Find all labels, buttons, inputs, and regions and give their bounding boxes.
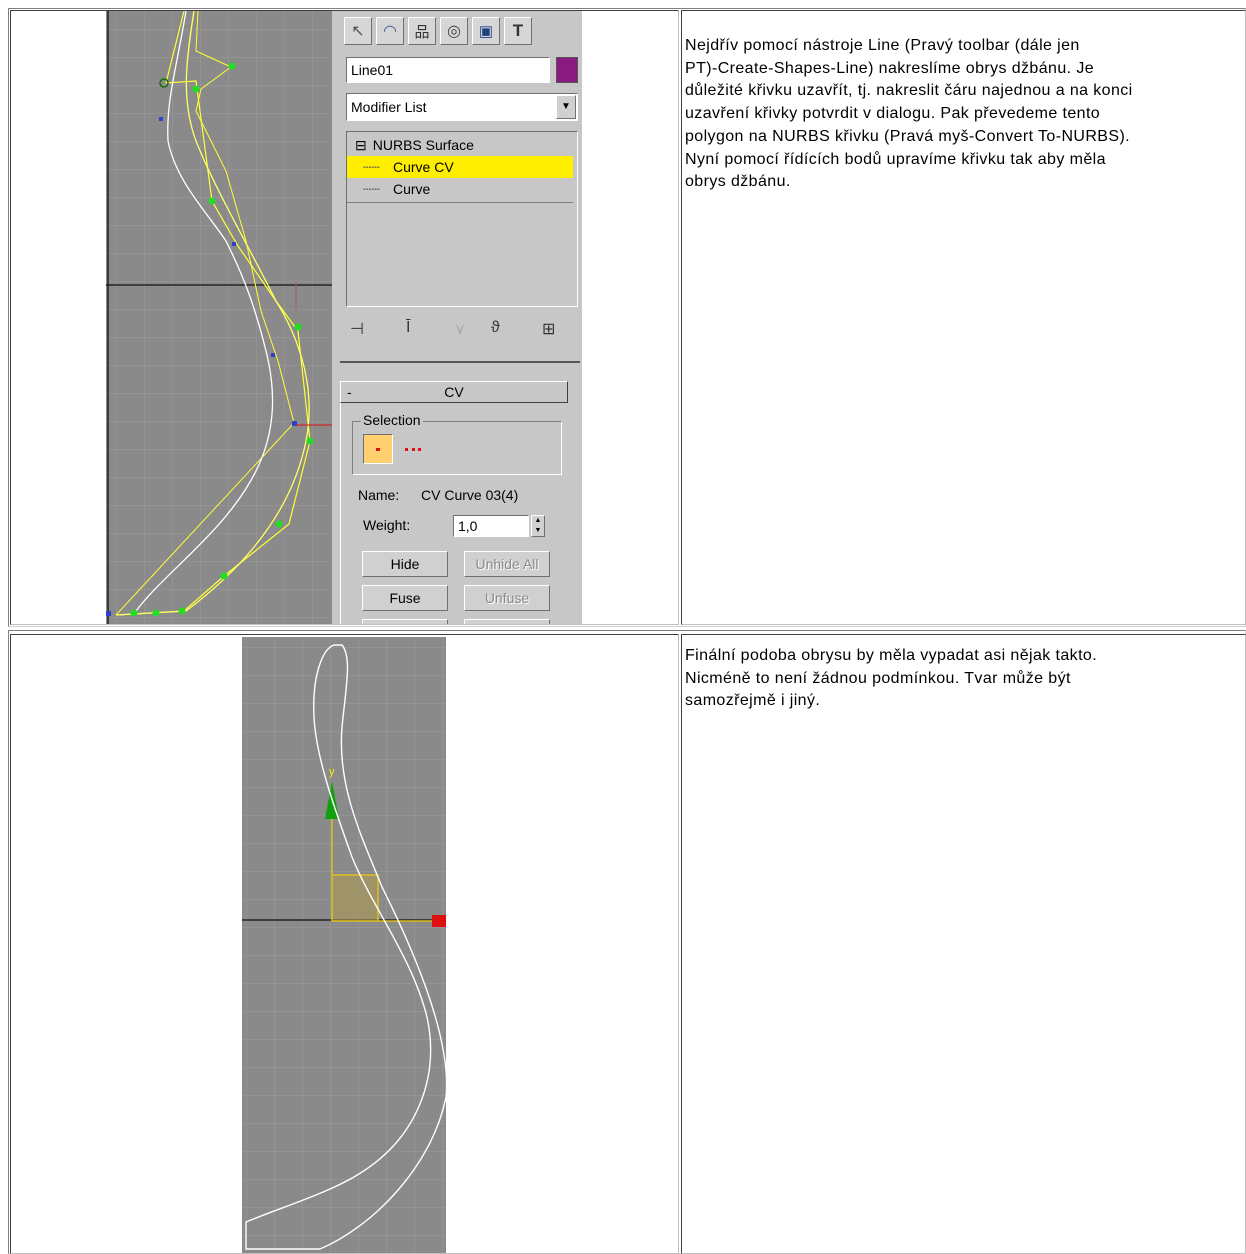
command-panel: ↖ ◠ 品 ◎ ▣ T Line01 Modifier List ▼ ⊟ NURB… — [332, 11, 582, 624]
selection-group-label: Selection — [361, 412, 423, 428]
stack-toolbar: ⊣ Ī ⋎ ϑ ⊞ — [346, 315, 578, 345]
hierarchy-tab[interactable]: 品 — [408, 17, 436, 45]
description-paragraph: Finální podoba obrysu by měla vypadat as… — [685, 645, 1245, 713]
more-button-partial-2[interactable] — [464, 619, 550, 624]
weight-input[interactable]: 1,0 — [453, 515, 529, 537]
object-name-field[interactable]: Line01 — [346, 57, 550, 83]
weight-label: Weight: — [363, 517, 411, 533]
rollout-title: CV — [444, 384, 464, 400]
text-line: obrys džbánu. — [685, 173, 791, 191]
pin-stack-icon[interactable]: ⊣ — [350, 319, 364, 339]
nurbs-curve-editing-viewport — [106, 11, 332, 624]
hide-button[interactable]: Hide — [362, 551, 448, 577]
hammer-icon: T — [512, 21, 524, 40]
cv-point-icon — [376, 448, 380, 451]
motion-icon: ◎ — [447, 23, 461, 40]
arrow-icon: ↖ — [351, 23, 365, 40]
spinner-down-icon[interactable]: ▼ — [532, 526, 544, 536]
stack-item-curve[interactable]: ┄┄ Curve — [347, 178, 573, 200]
display-monitor-icon: ▣ — [478, 23, 494, 40]
stack-item-curve-cv[interactable]: ┄┄ Curve CV — [347, 156, 573, 178]
fuse-button[interactable]: Fuse — [362, 585, 448, 611]
collapse-minus-icon[interactable]: ⊟ — [355, 137, 367, 153]
weight-spinner[interactable]: ▲ ▼ — [531, 515, 545, 537]
cv-rollout-header[interactable]: - CV — [340, 381, 568, 403]
viewport-final-outline[interactable]: y — [242, 637, 446, 1253]
viewport-left[interactable] — [106, 11, 332, 624]
object-color-swatch[interactable] — [556, 57, 578, 83]
single-cv-button[interactable] — [363, 434, 393, 464]
text-line: Nejdřív pomocí nástroje Line (Pravý tool… — [685, 37, 1080, 54]
stack-item-nurbs-surface[interactable]: ⊟ NURBS Surface — [355, 134, 474, 156]
make-unique-icon[interactable]: ⋎ — [454, 319, 466, 339]
panel-separator — [340, 361, 580, 363]
selection-group: Selection — [352, 412, 562, 475]
name-value: CV Curve 03(4) — [421, 487, 519, 503]
svg-text:y: y — [329, 766, 335, 778]
stack-divider — [347, 202, 573, 203]
text-line: polygon na NURBS křivku (Pravá myš-Conve… — [685, 127, 1131, 145]
stack-label: Curve CV — [393, 159, 454, 175]
image-cell-1: ↖ ◠ 品 ◎ ▣ T Line01 Modifier List ▼ ⊟ NURB… — [10, 10, 679, 625]
more-button-partial[interactable] — [362, 619, 448, 624]
text-line: Nicméně to není žádnou podmínkou. Tvar m… — [685, 669, 1071, 687]
display-tab[interactable]: ▣ — [472, 17, 500, 45]
text-line: důležité křivku uzavřít, tj. nakreslit č… — [685, 82, 1133, 100]
description-paragraph: Nejdřív pomocí nástroje Line (Pravý tool… — [685, 35, 1245, 194]
remove-modifier-icon[interactable]: ϑ — [491, 319, 500, 337]
create-tab[interactable]: ↖ — [344, 17, 372, 45]
text-cell-1: Nejdřív pomocí nástroje Line (Pravý tool… — [681, 10, 1246, 625]
spinner-up-icon[interactable]: ▲ — [532, 516, 544, 526]
text-line: uzavření křivky potvrdit v dialogu. Pak … — [685, 105, 1101, 123]
motion-tab[interactable]: ◎ — [440, 17, 468, 45]
text-line: samozřejmě i jiný. — [685, 692, 821, 710]
hierarchy-icon: 品 — [414, 23, 430, 41]
modifier-list-label: Modifier List — [351, 99, 427, 115]
text-line: PT)-Create-Shapes-Line) nakreslíme obrys… — [685, 59, 1095, 77]
stack-label: NURBS Surface — [372, 137, 474, 153]
unhide-all-button[interactable]: Unhide All — [464, 551, 550, 577]
modifier-stack: ⊟ NURBS Surface ┄┄ Curve CV ┄┄ Curve — [346, 131, 578, 307]
configure-modifier-sets-icon[interactable]: ⊞ — [542, 319, 555, 339]
unfuse-button[interactable]: Unfuse — [464, 585, 550, 611]
text-line: Finální podoba obrysu by měla vypadat as… — [685, 647, 1098, 664]
show-end-result-icon[interactable]: Ī — [406, 319, 410, 337]
stack-label: Curve — [393, 181, 431, 197]
text-cell-2: Finální podoba obrysu by měla vypadat as… — [681, 634, 1246, 1254]
modify-arc-icon: ◠ — [383, 23, 397, 40]
modify-tab[interactable]: ◠ — [376, 17, 404, 45]
name-label: Name: — [358, 487, 400, 503]
chevron-down-icon[interactable]: ▼ — [556, 95, 576, 119]
image-cell-2: y — [10, 634, 679, 1254]
final-outline-viewport: y — [242, 637, 446, 1253]
modifier-list-dropdown[interactable]: Modifier List ▼ — [346, 93, 578, 121]
rollout-body-border — [340, 403, 341, 624]
utilities-tab[interactable]: T — [504, 17, 532, 45]
text-line: Nyní pomocí řídících bodů upravíme křivk… — [685, 150, 1106, 168]
curve-cvs-row-icon[interactable] — [405, 448, 421, 454]
